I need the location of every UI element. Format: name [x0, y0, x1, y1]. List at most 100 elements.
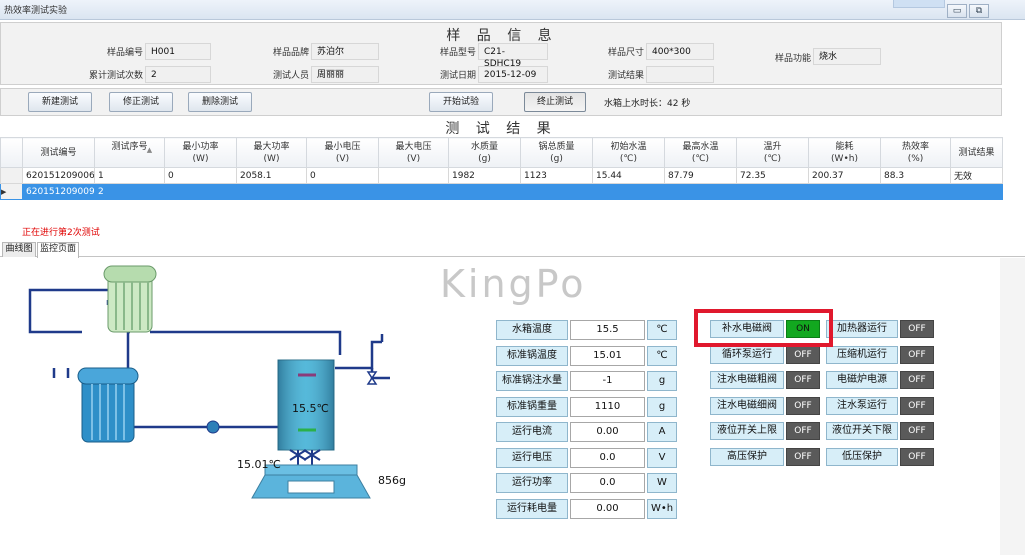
column-header[interactable]: 初始水温 (℃): [592, 137, 665, 168]
table-cell[interactable]: [520, 183, 593, 200]
table-cell[interactable]: [236, 183, 307, 200]
table-cell[interactable]: 2058.1: [236, 167, 307, 184]
table-cell[interactable]: [378, 167, 449, 184]
status-indicator: OFF: [786, 396, 820, 415]
column-header-name: 热效率: [901, 141, 929, 152]
tab-monitor[interactable]: 监控页面: [37, 242, 79, 258]
table-cell[interactable]: [592, 183, 665, 200]
column-header[interactable]: 最大电压 (V): [378, 137, 449, 168]
table-cell[interactable]: 620151209009: [22, 183, 95, 200]
sample-size-field[interactable]: 400*300: [646, 43, 714, 60]
maximize-icon[interactable]: ⧉: [969, 4, 989, 18]
table-cell[interactable]: [808, 183, 881, 200]
status-indicator: OFF: [786, 422, 820, 440]
reading-value: 0.00: [570, 422, 645, 442]
column-header-name: 水质量: [470, 141, 498, 152]
table-cell[interactable]: 1: [94, 167, 165, 184]
water-fill-time: 水箱上水时长：42 秒: [604, 99, 691, 109]
status-label: 注水泵运行: [826, 396, 898, 415]
table-row[interactable]: 620151209006 1 0 2058.1 0 1982 1123 15.44 87.79 7…: [0, 167, 1003, 184]
test-result-field[interactable]: [646, 66, 714, 83]
table-cell[interactable]: [306, 183, 379, 200]
table-cell[interactable]: [880, 183, 951, 200]
sort-ascending-icon: ▲: [146, 145, 153, 154]
status-label: 电磁炉电源: [826, 371, 898, 389]
column-header-unit: (℃): [763, 153, 782, 164]
column-header[interactable]: 最高水温 (℃): [664, 137, 737, 168]
table-cell[interactable]: 87.79: [664, 167, 737, 184]
column-header-unit: (%): [907, 153, 924, 164]
column-header[interactable]: 温升 (℃): [736, 137, 809, 168]
column-header[interactable]: 热效率 (%): [880, 137, 951, 168]
sample-id-field[interactable]: H001: [145, 43, 211, 60]
results-table: 测试编号 测试序号 ▲ 最小功率 (W) 最大功率 (W) 最小电压 (V) 最大电压 (V) 水质量…: [0, 137, 1003, 200]
column-header[interactable]: 水质量 (g): [448, 137, 521, 168]
watermark: KingPo: [440, 262, 587, 306]
table-cell[interactable]: [736, 183, 809, 200]
table-cell[interactable]: 0: [164, 167, 237, 184]
column-header-name: 测试结果: [958, 147, 995, 158]
lower-tank-icon: [77, 367, 139, 443]
table-cell[interactable]: 1123: [520, 167, 593, 184]
column-header[interactable]: 最小功率 (W): [164, 137, 237, 168]
table-cell[interactable]: 2: [94, 183, 165, 200]
table-cell[interactable]: [378, 183, 449, 200]
status-indicator: OFF: [900, 345, 934, 364]
field-label: 测试人员: [272, 71, 309, 81]
status-label: 注水电磁细阀: [710, 396, 784, 415]
sample-info-title: 样 品 信 息: [446, 28, 558, 44]
pot-temp-label: 15.01℃: [237, 458, 281, 471]
column-header[interactable]: 锅总质量 (g): [520, 137, 593, 168]
column-header[interactable]: 最大功率 (W): [236, 137, 307, 168]
test-date-field[interactable]: 2015-12-09: [478, 66, 548, 83]
sample-model-field[interactable]: C21-SDHC19: [478, 43, 548, 69]
sample-brand-field[interactable]: 苏泊尔: [311, 43, 379, 60]
sample-function-field[interactable]: 烧水: [813, 48, 881, 65]
column-header-unit: (g): [478, 153, 491, 164]
status-indicator: OFF: [786, 345, 820, 364]
table-cell[interactable]: 15.44: [592, 167, 665, 184]
table-cell[interactable]: 72.35: [736, 167, 809, 184]
status-label: 循环泵运行: [710, 345, 784, 364]
column-header[interactable]: 测试结果: [950, 137, 1003, 168]
column-header[interactable]: 测试序号 ▲: [94, 137, 165, 168]
tester-field[interactable]: 周丽丽: [311, 66, 379, 83]
table-cell[interactable]: 88.3: [880, 167, 951, 184]
test-count-field[interactable]: 2: [145, 66, 211, 83]
current-row-arrow-icon[interactable]: ▶: [0, 183, 23, 200]
table-cell[interactable]: 无效: [950, 167, 1003, 184]
table-row[interactable]: ▶ 620151209009 2: [0, 183, 1003, 200]
status-indicator: OFF: [900, 371, 934, 389]
tank-temp-label: 15.5℃: [292, 402, 329, 415]
status-indicator: OFF: [900, 320, 934, 338]
edit-test-button[interactable]: 修正测试: [109, 92, 173, 112]
status-indicator: OFF: [786, 447, 820, 466]
title-bar: 热效率测试实验: [0, 0, 1025, 20]
start-test-button[interactable]: 开始试验: [429, 92, 493, 112]
table-cell[interactable]: [664, 183, 737, 200]
column-header[interactable]: 测试编号: [22, 137, 95, 168]
new-test-button[interactable]: 新建测试: [28, 92, 92, 112]
table-cell[interactable]: 1982: [448, 167, 521, 184]
column-header-name: 能耗: [835, 141, 854, 152]
reading-label: 标准锅注水量: [496, 371, 568, 391]
row-header[interactable]: [0, 167, 23, 184]
table-cell[interactable]: [448, 183, 521, 200]
table-cell[interactable]: 620151209006: [22, 167, 95, 184]
column-header[interactable]: 最小电压 (V): [306, 137, 379, 168]
table-cell[interactable]: [950, 183, 1003, 200]
reading-value: 15.5: [570, 320, 645, 340]
sample-info-panel: 样 品 信 息 样品编号 H001 样品品牌 苏泊尔 样品型号 C21-SDHC…: [0, 22, 1002, 85]
table-cell[interactable]: [164, 183, 237, 200]
table-cell[interactable]: 200.37: [808, 167, 881, 184]
column-header[interactable]: 能耗 (W•h): [808, 137, 881, 168]
reading-value: 0.00: [570, 498, 645, 519]
column-header-name: 最小电压: [324, 141, 361, 152]
restore-icon[interactable]: ▭: [947, 4, 967, 18]
stop-test-button[interactable]: 终止测试: [524, 92, 586, 112]
field-label: 样品型号: [439, 48, 476, 58]
table-cell[interactable]: 0: [306, 167, 379, 184]
reading-value: 0.0: [570, 447, 645, 468]
delete-test-button[interactable]: 删除测试: [188, 92, 252, 112]
tab-chart[interactable]: 曲线图: [2, 242, 36, 257]
